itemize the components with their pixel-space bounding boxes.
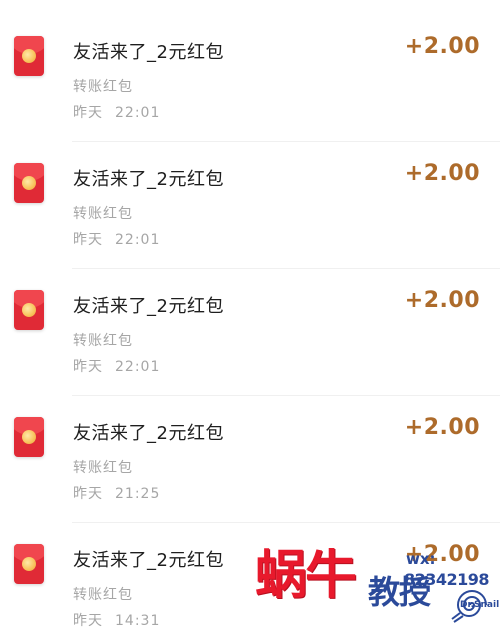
- red-packet-icon: [14, 290, 44, 330]
- transaction-type: 转账红包: [73, 587, 133, 603]
- transaction-history-page: 友活来了_2元红包 转账红包 昨天 22:01 +2.00 友活来了_2元红包 转…: [0, 0, 500, 631]
- red-packet-icon: [14, 36, 44, 76]
- transaction-time: 昨天 22:01: [73, 229, 160, 249]
- transaction-clock: 14:31: [115, 613, 161, 629]
- transaction-amount: +2.00: [404, 34, 480, 59]
- row-divider: [72, 522, 500, 523]
- transaction-type: 转账红包: [73, 333, 133, 349]
- transaction-amount: +2.00: [404, 415, 480, 440]
- transaction-type: 转账红包: [73, 460, 133, 476]
- transaction-clock: 21:25: [115, 486, 161, 502]
- transaction-row[interactable]: 友活来了_2元红包 转账红包 昨天 22:01 +2.00: [0, 149, 500, 276]
- transaction-clock: 22:01: [115, 359, 161, 375]
- transaction-amount: +2.00: [404, 542, 480, 567]
- transaction-title: 友活来了_2元红包: [73, 296, 224, 317]
- transaction-row[interactable]: 友活来了_2元红包 转账红包 昨天 14:31 +2.00: [0, 530, 500, 631]
- red-packet-icon: [14, 163, 44, 203]
- transaction-time: 昨天 14:31: [73, 610, 160, 630]
- transaction-title: 友活来了_2元红包: [73, 169, 224, 190]
- transaction-title: 友活来了_2元红包: [73, 42, 224, 63]
- transaction-type: 转账红包: [73, 206, 133, 222]
- transaction-date: 昨天: [73, 105, 103, 121]
- red-packet-icon: [14, 544, 44, 584]
- red-packet-icon: [14, 417, 44, 457]
- transaction-date: 昨天: [73, 486, 103, 502]
- transaction-row[interactable]: 友活来了_2元红包 转账红包 昨天 22:01 +2.00: [0, 22, 500, 149]
- transaction-title: 友活来了_2元红包: [73, 423, 224, 444]
- transaction-row[interactable]: 友活来了_2元红包 转账红包 昨天 21:25 +2.00: [0, 403, 500, 530]
- transaction-clock: 22:01: [115, 232, 161, 248]
- transaction-amount: +2.00: [404, 288, 480, 313]
- transaction-date: 昨天: [73, 232, 103, 248]
- transaction-date: 昨天: [73, 359, 103, 375]
- transaction-time: 昨天 22:01: [73, 356, 160, 376]
- transaction-amount: +2.00: [404, 161, 480, 186]
- transaction-title: 友活来了_2元红包: [73, 550, 224, 571]
- transaction-list: 友活来了_2元红包 转账红包 昨天 22:01 +2.00 友活来了_2元红包 转…: [0, 0, 500, 631]
- transaction-clock: 22:01: [115, 105, 161, 121]
- row-divider: [72, 268, 500, 269]
- transaction-date: 昨天: [73, 613, 103, 629]
- transaction-time: 昨天 21:25: [73, 483, 160, 503]
- transaction-type: 转账红包: [73, 79, 133, 95]
- transaction-row[interactable]: 友活来了_2元红包 转账红包 昨天 22:01 +2.00: [0, 276, 500, 403]
- transaction-time: 昨天 22:01: [73, 102, 160, 122]
- row-divider: [72, 395, 500, 396]
- row-divider: [72, 141, 500, 142]
